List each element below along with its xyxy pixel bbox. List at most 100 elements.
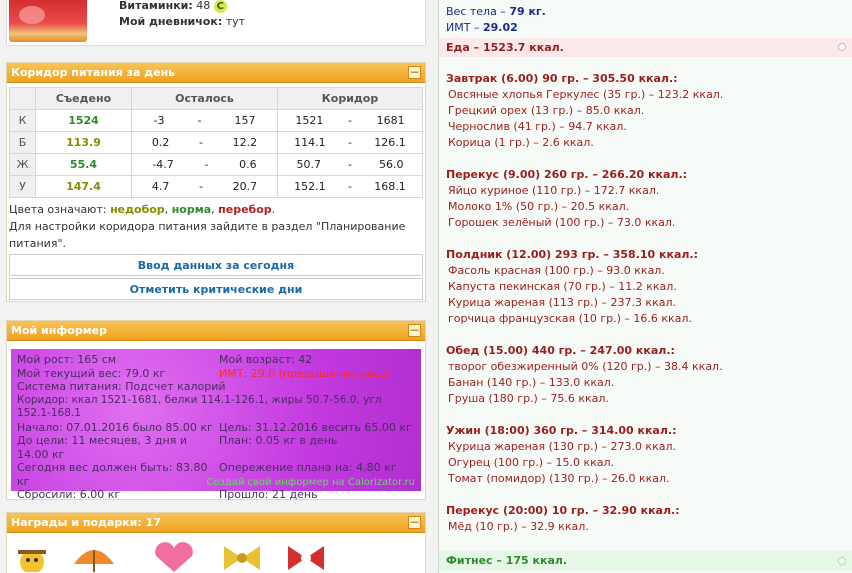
meal-item: Томат (помидор) (130 гр.) – 26.0 ккал. bbox=[448, 472, 670, 485]
corridor-panel: Коридор питания за день − Съедено Остало… bbox=[6, 62, 426, 302]
profile-summary: Витаминки: 48 C Мой дневничок: тут bbox=[6, 0, 426, 46]
collapse-icon[interactable]: − bbox=[408, 66, 421, 79]
collapse-icon[interactable]: − bbox=[408, 516, 421, 529]
corridor-cell: 50.7 - 56.0 bbox=[277, 153, 423, 176]
informer-text: Сбросили: 6.00 кг bbox=[17, 488, 121, 501]
meal-item: Груша (180 гр.) – 75.6 ккал. bbox=[448, 392, 609, 405]
informer-panel-header[interactable]: Мой информер − bbox=[7, 321, 425, 341]
informer-text: Коридор: ккал 1521-1681, белки 114.1-126… bbox=[17, 393, 382, 420]
settings-note: Для настройки коридора питания зайдите в… bbox=[9, 220, 406, 250]
color-legend: Цвета означают: недобор, норма, перебор. bbox=[9, 203, 276, 216]
meal-title: Обед (15.00) 440 гр. – 247.00 ккал.: bbox=[446, 344, 675, 357]
meal-item: Банан (140 гр.) – 133.0 ккал. bbox=[448, 376, 615, 389]
rem-min: -4.7 bbox=[152, 158, 174, 171]
informer-text: Мой возраст: 42 bbox=[219, 353, 313, 366]
meal-title: Ужин (18:00) 360 гр. – 314.00 ккал.: bbox=[446, 424, 677, 437]
informer-text: Сегодня вес должен быть: 83.80 кг bbox=[17, 461, 208, 488]
c-min: 152.1 bbox=[294, 180, 326, 193]
weight-line: Вес тела – 79 кг. bbox=[446, 5, 546, 18]
meal-item: Капуста пекинская (70 гр.) – 11.2 ккал. bbox=[448, 280, 677, 293]
c-min: 50.7 bbox=[296, 158, 322, 171]
meal-item: Мёд (10 гр.) – 32.9 ккал. bbox=[448, 520, 589, 533]
eaten-cell: 147.4 bbox=[35, 175, 132, 198]
informer-text: Система питания: Подсчет калорий bbox=[17, 380, 226, 393]
dash: - bbox=[197, 114, 202, 127]
gift-bow-icon[interactable] bbox=[218, 540, 266, 572]
heart-icon[interactable] bbox=[150, 540, 198, 572]
remaining-cell: -4.7 - 0.6 bbox=[131, 153, 278, 176]
gifts-panel: Награды и подарки: 17 − bbox=[6, 512, 426, 573]
meal-item: Чернослив (41 гр.) – 94.7 ккал. bbox=[448, 120, 627, 133]
rem-max: 20.7 bbox=[232, 180, 258, 193]
eaten-cell: 55.4 bbox=[35, 153, 132, 176]
meal-item: Фасоль красная (100 гр.) – 93.0 ккал. bbox=[448, 264, 665, 277]
bmi-label: ИМТ bbox=[446, 21, 471, 34]
table-header: Коридор bbox=[277, 87, 423, 110]
expand-icon[interactable] bbox=[838, 557, 846, 565]
eaten-cell: 1524 bbox=[35, 109, 132, 132]
meal-item: Курица жареная (130 гр.) – 273.0 ккал. bbox=[448, 440, 676, 453]
informer-panel: Мой информер − Мой рост: 165 см Мой возра… bbox=[6, 320, 426, 501]
legend-end: . bbox=[271, 203, 276, 216]
food-total: Еда – 1523.7 ккал. bbox=[446, 41, 564, 54]
rem-min: 0.2 bbox=[151, 136, 170, 149]
bmi-line: ИМТ – 29.02 bbox=[446, 21, 518, 34]
gifts-panel-header[interactable]: Награды и подарки: 17 − bbox=[7, 513, 425, 533]
dash: - bbox=[348, 114, 352, 127]
c-max: 126.1 bbox=[374, 136, 406, 149]
c-max: 1681 bbox=[376, 114, 405, 127]
vitamin-c-badge: C bbox=[213, 0, 227, 13]
umbrella-icon[interactable] bbox=[70, 540, 118, 572]
informer-widget[interactable]: Мой рост: 165 см Мой возраст: 42 Мой теку… bbox=[11, 349, 421, 501]
vitamins-label: Витаминки: bbox=[119, 0, 193, 12]
fitness-total: Фитнес – 175 ккал. bbox=[446, 554, 568, 567]
informer-link[interactable]: Создай свой информер на Calorizator.ru bbox=[206, 476, 415, 490]
table-header: Осталось bbox=[131, 87, 278, 110]
collapse-icon[interactable]: − bbox=[408, 324, 421, 337]
meal-item: творог обезжиренный 0% (120 гр.) – 38.4 … bbox=[448, 360, 723, 373]
eaten-cell: 113.9 bbox=[35, 131, 132, 154]
avatar[interactable] bbox=[9, 0, 87, 42]
meal-item: Яйцо куриное (110 гр.) – 172.7 ккал. bbox=[448, 184, 660, 197]
informer-row: Коридор: ккал 1521-1681, белки 114.1-126… bbox=[17, 394, 415, 421]
gift-lion-icon[interactable] bbox=[8, 540, 56, 572]
input-data-button[interactable]: Ввод данных за сегодня bbox=[9, 254, 423, 276]
expand-icon[interactable] bbox=[838, 43, 846, 51]
legend-over: перебор bbox=[218, 203, 272, 216]
meal-item: Курица жареная (113 гр.) – 237.3 ккал. bbox=[448, 296, 676, 309]
row-letter: У bbox=[9, 175, 36, 198]
corridor-table: Съедено Осталось Коридор К 1524 -3 - 157 1… bbox=[9, 87, 423, 198]
rem-min: 4.7 bbox=[151, 180, 170, 193]
informer-text: Цель: 31.12.2016 весить 65.00 кг bbox=[219, 420, 412, 434]
diary-link[interactable]: тут bbox=[226, 15, 245, 28]
food-diary: Вес тела – 79 кг. ИМТ – 29.02 Еда – 1523… bbox=[438, 0, 852, 573]
informer-text: Прошло: 21 день bbox=[219, 488, 318, 501]
meal-item: Корица (1 гр.) – 2.6 ккал. bbox=[448, 136, 594, 149]
legend-under: недобор bbox=[110, 203, 165, 216]
c-max: 56.0 bbox=[378, 158, 404, 171]
vitamins-line: Витаминки: 48 C bbox=[119, 0, 227, 13]
informer-row: Мой текущий вес: 79.0 кг ИМТ: 29.0 (превы… bbox=[17, 367, 415, 381]
rem-max: 12.2 bbox=[232, 136, 258, 149]
dash: - bbox=[347, 136, 352, 149]
remaining-cell: 0.2 - 12.2 bbox=[131, 131, 278, 154]
informer-text: План: 0.05 кг в день bbox=[219, 434, 338, 447]
table-row: Б 113.9 0.2 - 12.2 114.1 - 126.1 bbox=[9, 131, 423, 154]
informer-row: Система питания: Подсчет калорий bbox=[17, 380, 415, 394]
critical-days-button[interactable]: Отметить критические дни bbox=[9, 278, 423, 300]
dash: - bbox=[348, 158, 352, 171]
corridor-cell: 152.1 - 168.1 bbox=[277, 175, 423, 198]
left-column: Витаминки: 48 C Мой дневничок: тут Корид… bbox=[0, 0, 432, 573]
informer-text: До цели: 11 месяцев, 3 дня и 14.00 кг bbox=[17, 434, 187, 461]
corridor-panel-header[interactable]: Коридор питания за день − bbox=[7, 63, 425, 83]
meal-item: Молоко 1% (50 гр.) – 20.5 ккал. bbox=[448, 200, 630, 213]
remaining-cell: -3 - 157 bbox=[131, 109, 278, 132]
meal-item: Огурец (100 гр.) – 15.0 ккал. bbox=[448, 456, 615, 469]
row-letter: Б bbox=[9, 131, 36, 154]
dash: - bbox=[199, 136, 203, 149]
informer-title: Мой информер bbox=[11, 324, 108, 337]
red-bow-icon[interactable] bbox=[282, 540, 330, 572]
diary-line: Мой дневничок: тут bbox=[119, 15, 245, 28]
row-letter: Ж bbox=[9, 153, 36, 176]
corridor-title: Коридор питания за день bbox=[11, 66, 176, 79]
